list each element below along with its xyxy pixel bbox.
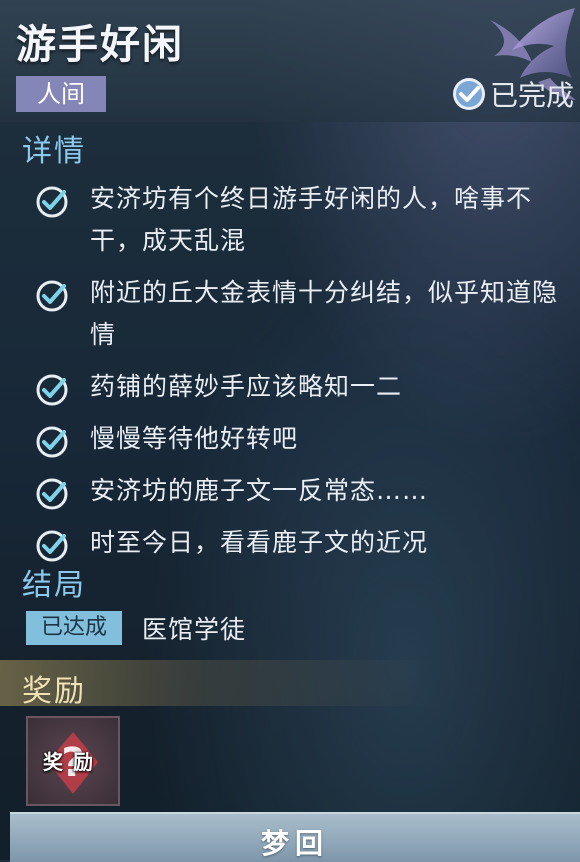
realm-tag: 人间 [16,76,106,112]
task-item: 安济坊的鹿子文一反常态…… [34,470,574,512]
task-text: 安济坊有个终日游手好闲的人，啥事不干，成天乱混 [90,184,533,255]
check-circle-icon [36,374,68,406]
check-badge-icon [452,78,485,110]
reward-section-title: 奖励 [22,674,86,709]
task-text: 安济坊的鹿子文一反常态…… [90,476,429,505]
completion-status: 已完成 [452,74,574,114]
dream-return-button[interactable]: 梦回 [10,812,580,862]
check-circle-icon [36,186,68,218]
task-item: 慢慢等待他好转吧 [34,418,574,460]
reward-item[interactable]: ? 奖励 [26,716,120,806]
task-item: 时至今日，看看鹿子文的近况 [34,522,574,564]
details-section-title: 详情 [22,134,86,169]
quest-title: 游手好闲 [16,22,184,68]
ending-name: 医馆学徒 [142,615,247,644]
task-item: 安济坊有个终日游手好闲的人，啥事不干，成天乱混 [34,178,574,262]
reward-band [0,660,580,706]
check-circle-icon [36,280,68,312]
completion-label: 已完成 [489,79,574,112]
ending-section-title: 结局 [22,568,86,603]
task-text: 附近的丘大金表情十分纠结，似乎知道隐情 [90,278,559,349]
check-circle-icon [36,478,68,510]
task-item: 附近的丘大金表情十分纠结，似乎知道隐情 [34,272,574,356]
check-circle-icon [36,530,68,562]
task-list: 安济坊有个终日游手好闲的人，啥事不干，成天乱混 附近的丘大金表情十分纠结，似乎知… [34,178,574,574]
task-text: 慢慢等待他好转吧 [90,424,299,453]
task-item: 药铺的薛妙手应该略知一二 [34,366,574,408]
ending-row: 已达成 医馆学徒 [26,610,246,646]
task-text: 时至今日，看看鹿子文的近况 [90,528,429,557]
check-circle-icon [36,426,68,458]
ending-achieved-badge: 已达成 [26,611,122,645]
task-text: 药铺的薛妙手应该略知一二 [90,372,403,401]
reward-item-label: 奖励 [43,750,103,774]
dream-return-label: 梦回 [260,827,329,860]
